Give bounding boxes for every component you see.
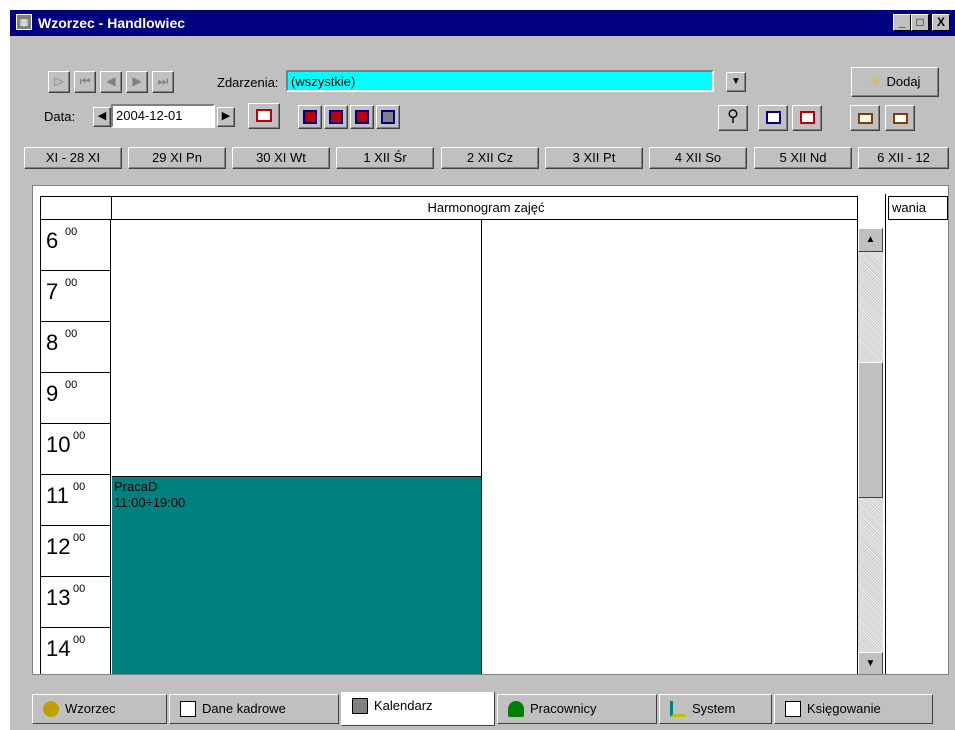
person-icon <box>508 700 524 717</box>
tab-kalendarz[interactable]: Kalendarz <box>341 692 495 726</box>
dodaj-button[interactable]: ✳ Dodaj <box>851 67 939 97</box>
side-separator <box>885 194 886 674</box>
schedule-header: Harmonogram zajęć <box>40 196 858 220</box>
event-time: 11:00÷19:00 <box>114 495 186 510</box>
view-list-button[interactable] <box>376 105 400 129</box>
tab-ksiegowanie[interactable]: Księgowanie <box>774 694 933 724</box>
app-window: ▦ Wzorzec - Handlowiec _ □ X ▷ ⏮ ◀ ▶ ⏭ Z… <box>8 8 955 730</box>
scroll-up-button[interactable]: ▲ <box>858 228 883 252</box>
calendar-month-icon <box>355 110 369 124</box>
next-button[interactable]: ▶ <box>126 71 148 93</box>
day-tab-2xii[interactable]: 2 XII Cz <box>441 147 539 169</box>
day-tab-3xii[interactable]: 3 XII Pt <box>545 147 643 169</box>
tab-system[interactable]: System <box>659 694 772 724</box>
first-record-button[interactable]: ▷ <box>48 71 70 93</box>
close-button[interactable]: X <box>932 14 950 31</box>
time-column: 6 00 7 00 8 00 9 00 10 00 11 00 12 00 13 00 14 00 <box>41 220 111 674</box>
side-column-header: wania <box>888 196 948 220</box>
document-icon <box>180 700 196 717</box>
refresh-icon <box>800 111 815 124</box>
day-tab-next-week[interactable]: 6 XII - 12 <box>858 147 949 169</box>
info-icon <box>766 111 781 124</box>
day-tab-30xi[interactable]: 30 XI Wt <box>232 147 330 169</box>
event-title: PracaD <box>114 479 158 494</box>
chevron-down-icon: ▼ <box>731 76 741 87</box>
scroll-thumb[interactable] <box>858 362 883 498</box>
day-tab-4xii[interactable]: 4 XII So <box>649 147 747 169</box>
tree-icon <box>670 700 686 717</box>
hour-row: 8 00 <box>41 322 111 373</box>
calendar-list-icon <box>381 110 395 124</box>
hour-row: 10 00 <box>41 424 111 475</box>
schedule-header-title: Harmonogram zajęć <box>111 196 860 220</box>
day-tab-5xii[interactable]: 5 XII Nd <box>754 147 852 169</box>
sparkle-icon: ✳ <box>869 74 881 89</box>
column-divider <box>481 220 482 674</box>
hour-row: 14 00 <box>41 628 111 674</box>
calendar-icon <box>352 697 368 714</box>
arrow-right-icon: ▶ <box>221 110 231 122</box>
minimize-button[interactable]: _ <box>893 14 911 31</box>
day-tab-29xi[interactable]: 29 XI Pn <box>128 147 226 169</box>
calendar-picker-button[interactable] <box>248 103 280 129</box>
day-tab-prev-week[interactable]: XI - 28 XI <box>24 147 122 169</box>
hour-row: 6 00 <box>41 220 111 271</box>
schedule-button[interactable] <box>885 105 915 131</box>
arrow-left-icon: ◀ <box>97 110 107 122</box>
refresh-button[interactable] <box>792 105 822 131</box>
view-week-button[interactable] <box>324 105 348 129</box>
zdarzenia-label: Zdarzenia: <box>217 75 279 90</box>
arrow-down-icon: ▼ <box>865 658 876 669</box>
hour-row: 7 00 <box>41 271 111 322</box>
search-button[interactable]: ⚲ <box>718 105 748 131</box>
search-icon: ⚲ <box>727 108 739 125</box>
hour-row: 11 00 <box>41 475 111 526</box>
schedule-panel: Harmonogram zajęć wania 6 00 7 00 8 00 9 00 … <box>32 185 949 675</box>
zdarzenia-select[interactable]: (wszystkie) <box>286 70 714 92</box>
view-day-button[interactable] <box>298 105 322 129</box>
hour-row: 9 00 <box>41 373 111 424</box>
date-value: 2004-12-01 <box>116 108 183 123</box>
date-prev-button[interactable]: ◀ <box>93 107 111 127</box>
vertical-scrollbar[interactable]: ▲ ▼ <box>858 228 883 674</box>
window-title: Wzorzec - Handlowiec <box>38 15 186 31</box>
info-button[interactable] <box>758 105 788 131</box>
calendar-week-icon <box>329 110 343 124</box>
date-field[interactable]: 2004-12-01 <box>111 104 215 128</box>
maximize-button[interactable]: □ <box>911 14 929 31</box>
event-block[interactable]: PracaD 11:00÷19:00 <box>112 476 481 674</box>
ledger-icon <box>785 700 801 717</box>
title-bar: ▦ Wzorzec - Handlowiec _ □ X <box>10 10 955 36</box>
hour-row: 13 00 <box>41 577 111 628</box>
new-entry-icon <box>858 113 873 124</box>
last-page-button[interactable]: ⏭ <box>152 71 174 93</box>
dodaj-label: Dodaj <box>886 74 921 89</box>
new-entry-button[interactable] <box>850 105 880 131</box>
tab-wzorzec[interactable]: Wzorzec <box>32 694 167 724</box>
first-page-button[interactable]: ⏮ <box>74 71 96 93</box>
view-month-button[interactable] <box>350 105 374 129</box>
arrow-up-icon: ▲ <box>865 234 876 245</box>
zdarzenia-dropdown-button[interactable]: ▼ <box>726 72 746 92</box>
tab-dane-kadrowe[interactable]: Dane kadrowe <box>169 694 339 724</box>
calendar-picker-icon <box>256 109 272 122</box>
zdarzenia-value: (wszystkie) <box>291 74 356 89</box>
people-icon <box>43 700 59 717</box>
calendar-day-icon <box>303 110 317 124</box>
schedule-grid[interactable]: 6 00 7 00 8 00 9 00 10 00 11 00 12 00 13 00 14 00… <box>40 220 858 674</box>
hour-row: 12 00 <box>41 526 111 577</box>
schedule-icon <box>893 113 908 124</box>
prev-button[interactable]: ◀ <box>100 71 122 93</box>
data-label: Data: <box>44 109 76 124</box>
app-icon: ▦ <box>16 14 32 30</box>
scroll-down-button[interactable]: ▼ <box>858 652 883 674</box>
date-next-button[interactable]: ▶ <box>217 107 235 127</box>
tab-pracownicy[interactable]: Pracownicy <box>497 694 657 724</box>
day-tab-1xii[interactable]: 1 XII Śr <box>336 147 434 169</box>
